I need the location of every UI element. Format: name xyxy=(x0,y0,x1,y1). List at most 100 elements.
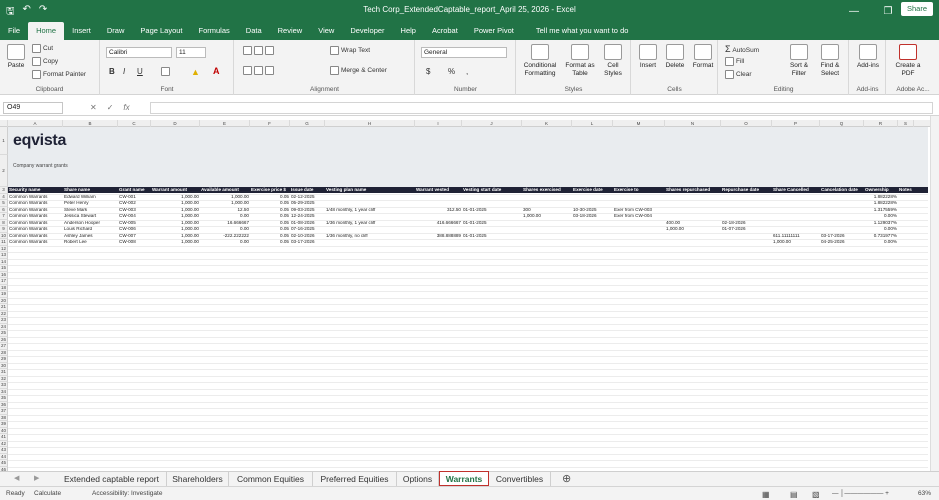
table-header-cell[interactable]: Share Cancelled xyxy=(773,187,820,193)
column-header[interactable]: E xyxy=(200,120,250,127)
tab-page-layout[interactable]: Page Layout xyxy=(132,22,190,40)
table-header-cell[interactable]: Issue date xyxy=(291,187,325,193)
create-pdf-button[interactable]: Create a PDF xyxy=(891,44,925,78)
column-header[interactable]: Q xyxy=(820,120,864,127)
insert-cells-button[interactable]: Insert xyxy=(636,44,660,70)
italic-button[interactable]: I xyxy=(123,67,125,76)
worksheet-grid[interactable]: ABCDEFGHIJKLMNOPQRS eqvista Company warr… xyxy=(0,120,930,473)
autosum-button[interactable]: Σ AutoSum xyxy=(725,44,759,54)
zoom-slider[interactable]: — │—————— + xyxy=(832,490,889,497)
column-header[interactable]: O xyxy=(721,120,772,127)
table-header-cell[interactable]: Grant name xyxy=(119,187,151,193)
column-header[interactable]: J xyxy=(462,120,522,127)
sheet-tab-options[interactable]: Options xyxy=(397,472,439,486)
restore-icon[interactable]: ❐ xyxy=(871,0,905,22)
sheet-tab-common-equities[interactable]: Common Equities xyxy=(229,472,313,486)
status-calculate[interactable]: Calculate xyxy=(34,490,61,497)
sheet-tab-preferred-equities[interactable]: Preferred Equities xyxy=(313,472,397,486)
tab-draw[interactable]: Draw xyxy=(99,22,133,40)
table-header-cell[interactable]: Exercise to xyxy=(614,187,665,193)
accessibility-status[interactable]: Accessibility: Investigate xyxy=(92,490,162,497)
table-header-cell[interactable]: Notes xyxy=(899,187,914,193)
tab-formulas[interactable]: Formulas xyxy=(191,22,238,40)
cut-button[interactable]: Cut xyxy=(32,44,53,53)
bold-button[interactable]: B xyxy=(109,67,115,76)
merge-center-button[interactable]: Merge & Center xyxy=(330,66,387,75)
tab-file[interactable]: File xyxy=(0,22,28,40)
align-left-icon[interactable] xyxy=(243,66,276,75)
table-header-cell[interactable]: Vesting plan name xyxy=(326,187,415,193)
percent-button[interactable]: % xyxy=(448,67,455,76)
tab-review[interactable]: Review xyxy=(270,22,311,40)
table-header-cell[interactable]: Exercise price $ xyxy=(251,187,290,193)
addins-button[interactable]: Add-ins xyxy=(853,44,883,70)
sheet-tab-warrants[interactable]: Warrants xyxy=(439,471,489,486)
share-button[interactable]: Share xyxy=(900,2,933,16)
column-header[interactable]: M xyxy=(613,120,665,127)
table-header-cell[interactable]: Security name xyxy=(9,187,63,193)
tab-insert[interactable]: Insert xyxy=(64,22,99,40)
column-header[interactable]: F xyxy=(250,120,290,127)
copy-button[interactable]: Copy xyxy=(32,57,58,66)
tab-scroll-left-icon[interactable]: ◀ xyxy=(14,474,19,482)
tab-home[interactable]: Home xyxy=(28,22,65,40)
format-as-table-button[interactable]: Format as Table xyxy=(563,44,597,78)
column-header[interactable]: S xyxy=(898,120,914,127)
sort-filter-button[interactable]: Sort & Filter xyxy=(785,44,813,78)
borders-icon[interactable] xyxy=(161,67,172,76)
table-header-cell[interactable]: Shares repurchased xyxy=(666,187,721,193)
delete-cells-button[interactable]: Delete xyxy=(662,44,688,70)
font-name-select[interactable]: Calibri xyxy=(106,47,172,58)
table-header-cell[interactable]: Warrant amount xyxy=(152,187,200,193)
fx-icon[interactable]: fx xyxy=(123,103,129,112)
tab-help[interactable]: Help xyxy=(393,22,424,40)
column-header[interactable]: H xyxy=(325,120,415,127)
font-color-icon[interactable]: A xyxy=(213,66,220,76)
column-header[interactable]: R xyxy=(864,120,898,127)
column-header[interactable]: I xyxy=(415,120,462,127)
tab-developer[interactable]: Developer xyxy=(342,22,392,40)
tab-power-pivot[interactable]: Power Pivot xyxy=(466,22,522,40)
page-break-view-icon[interactable]: ▧ xyxy=(812,490,820,499)
fill-color-icon[interactable]: ▲ xyxy=(191,67,200,77)
column-header[interactable]: K xyxy=(522,120,572,127)
tab-scroll-right-icon[interactable]: ▶ xyxy=(34,474,39,482)
minimize-icon[interactable]: — xyxy=(837,0,871,22)
table-header-cell[interactable]: Available amount xyxy=(201,187,250,193)
formula-input[interactable] xyxy=(150,102,933,114)
sheet-tab-extended-captable-report[interactable]: Extended captable report xyxy=(57,472,167,486)
column-header[interactable]: B xyxy=(63,120,118,127)
row-header[interactable]: 2 xyxy=(0,155,8,187)
page-layout-view-icon[interactable]: ▤ xyxy=(790,490,798,499)
name-box[interactable]: O49 xyxy=(3,102,63,114)
format-painter-button[interactable]: Format Painter xyxy=(32,70,86,79)
normal-view-icon[interactable]: ▦ xyxy=(762,490,770,499)
align-top-icon[interactable] xyxy=(243,46,276,55)
tab-data[interactable]: Data xyxy=(238,22,270,40)
table-header-cell[interactable]: Repurchase date xyxy=(722,187,772,193)
column-header[interactable]: D xyxy=(151,120,200,127)
table-header-cell[interactable]: Cancelation date xyxy=(821,187,864,193)
tab-view[interactable]: View xyxy=(310,22,342,40)
column-header[interactable]: L xyxy=(572,120,613,127)
clear-button[interactable]: Clear xyxy=(725,70,752,79)
enter-icon[interactable]: ✓ xyxy=(107,103,114,112)
column-header[interactable]: A xyxy=(8,120,63,127)
cancel-icon[interactable]: ✕ xyxy=(90,103,97,112)
conditional-formatting-button[interactable]: Conditional Formatting xyxy=(519,44,561,78)
tab-acrobat[interactable]: Acrobat xyxy=(424,22,466,40)
zoom-level[interactable]: 63% xyxy=(918,490,931,497)
fill-button[interactable]: Fill xyxy=(725,57,744,66)
underline-button[interactable]: U xyxy=(137,67,143,76)
row-header[interactable]: 1 xyxy=(0,127,8,155)
table-header-cell[interactable]: Exercise date xyxy=(573,187,613,193)
currency-button[interactable]: $ xyxy=(426,67,430,76)
column-header[interactable]: N xyxy=(665,120,721,127)
table-header-cell[interactable]: Shares exercised xyxy=(523,187,572,193)
paste-button[interactable]: Paste xyxy=(4,44,28,70)
column-header[interactable]: P xyxy=(772,120,820,127)
cell-styles-button[interactable]: Cell Styles xyxy=(599,44,627,78)
column-header[interactable]: G xyxy=(290,120,325,127)
select-all-corner[interactable] xyxy=(0,120,8,127)
tell-me-search[interactable]: Tell me what you want to do xyxy=(528,22,637,40)
